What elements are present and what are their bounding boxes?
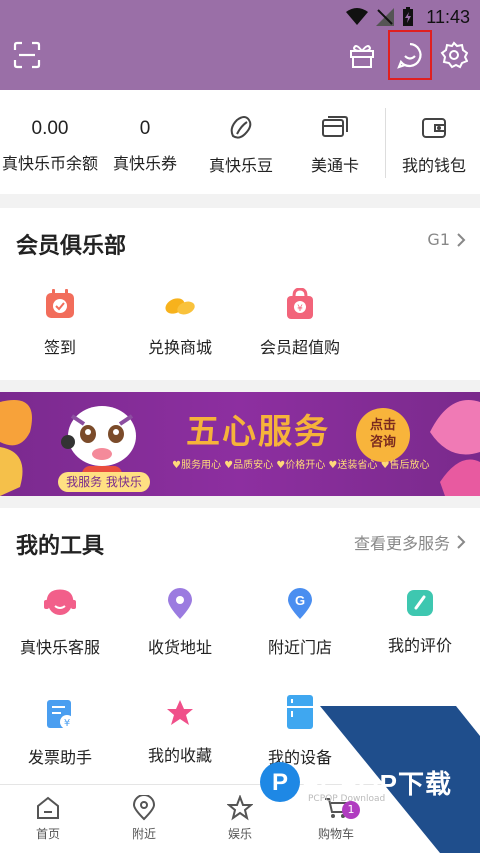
banner-slogan: 我服务 我快乐 [58,472,150,492]
wallet-icon [420,114,448,142]
status-bar: 11:43 [346,6,470,28]
wallet-coupons[interactable]: 0 真快乐券 [100,90,190,194]
calendar-checkin-icon [46,289,74,318]
tool-favorites-label: 我的收藏 [147,746,212,765]
tool-favorites[interactable]: 我的收藏 [120,698,240,766]
wallet-beans[interactable]: 真快乐豆 [196,90,286,194]
wallet-row: 0.00 真快乐币余额 0 真快乐券 真快乐豆 美通卡 我的钱包 [0,90,480,194]
club-exchange-label: 兑换商城 [147,338,212,357]
entertainment-star-icon [227,795,253,821]
tool-address-label: 收货地址 [147,638,212,657]
headset-icon [44,589,76,615]
svg-text:P: P [272,769,288,796]
tool-address[interactable]: 收货地址 [120,588,240,658]
wallet-my-wallet[interactable]: 我的钱包 [388,90,480,194]
nearby-icon [132,795,156,821]
tool-invoice-label: 发票助手 [27,748,92,767]
bean-icon [227,114,255,142]
coupons-value: 0 [139,118,151,139]
review-icon [407,590,433,616]
member-club-title: 会员俱乐部 [16,234,127,259]
highlight-box [388,30,432,80]
member-club-section: 会员俱乐部 G1 签到 兑换商城 ¥ 会员超值购 [0,208,480,380]
tool-my-reviews-label: 我的评价 [387,636,452,655]
beans-exchange-icon [165,298,195,315]
fridge-icon [287,695,313,729]
nav-nearby-label: 附近 [131,827,156,841]
svg-text:¥: ¥ [297,304,303,314]
location-pin-icon [168,588,192,619]
cards-label: 美通卡 [310,156,359,175]
beans-label: 真快乐豆 [208,156,273,175]
settings-icon[interactable] [437,38,471,72]
banner-consult-button[interactable]: 点击 咨询 [356,408,410,462]
coin-balance-value: 0.00 [31,118,69,139]
star-icon [167,700,193,725]
nav-home[interactable]: 首页 [0,795,96,842]
club-checkin-label: 签到 [43,338,76,357]
chevron-right-icon [457,535,466,549]
petal-decoration-left [0,400,32,496]
club-checkin[interactable]: 签到 [0,288,120,358]
gift-icon[interactable] [345,38,379,72]
wallet-cards[interactable]: 美通卡 [290,90,380,194]
tool-nearby-stores-label: 附近门店 [267,638,332,657]
tool-my-reviews[interactable]: 我的评价 [360,588,480,656]
wallet-divider [385,108,386,178]
nav-nearby[interactable]: 附近 [96,795,192,842]
more-services-link[interactable]: 查看更多服务 [354,530,466,554]
club-exchange-mall[interactable]: 兑换商城 [120,288,240,358]
card-icon [321,114,349,142]
club-value-buy[interactable]: ¥ 会员超值购 [240,288,360,358]
svg-text:¥: ¥ [64,718,70,729]
banner-title: 五心服务 [186,412,330,452]
coin-balance-label: 真快乐币余额 [1,154,98,173]
header-bar: 11:43 [0,0,480,90]
shopping-bag-icon: ¥ [287,288,313,319]
tools-title: 我的工具 [16,534,105,559]
nav-home-label: 首页 [35,827,60,841]
home-icon [37,796,59,819]
tool-nearby-stores[interactable]: G 附近门店 [240,588,360,658]
wallet-coin-balance[interactable]: 0.00 真快乐币余额 [0,90,100,194]
battery-icon [403,7,414,26]
tool-invoice[interactable]: ¥ 发票助手 [0,698,120,768]
wifi-icon [346,8,369,25]
svg-text:G: G [295,593,305,608]
chevron-right-icon [457,232,466,247]
tool-customer-service[interactable]: 真快乐客服 [0,588,120,658]
watermark-subtext: PCPOP Download [308,794,386,804]
member-level-value: G1 [427,230,450,249]
member-level[interactable]: G1 [427,230,466,249]
invoice-icon: ¥ [47,700,74,729]
club-value-buy-label: 会员超值购 [259,338,340,357]
coupons-label: 真快乐券 [112,154,177,173]
my-wallet-label: 我的钱包 [401,156,466,175]
clock: 11:43 [426,6,470,27]
store-pin-icon: G [288,588,312,619]
no-signal-icon [376,8,395,26]
nav-entertainment-label: 娱乐 [227,827,252,841]
scan-icon[interactable] [10,38,44,72]
service-banner[interactable]: 我服务 我快乐 五心服务 ♥服务用心 ♥品质安心 ♥价格开心 ♥送装省心 ♥售后… [0,392,480,496]
petal-decoration-right [430,400,480,496]
more-services-label: 查看更多服务 [353,534,450,553]
tool-customer-service-label: 真快乐客服 [19,638,100,657]
watermark-logo-icon: P [260,762,300,802]
